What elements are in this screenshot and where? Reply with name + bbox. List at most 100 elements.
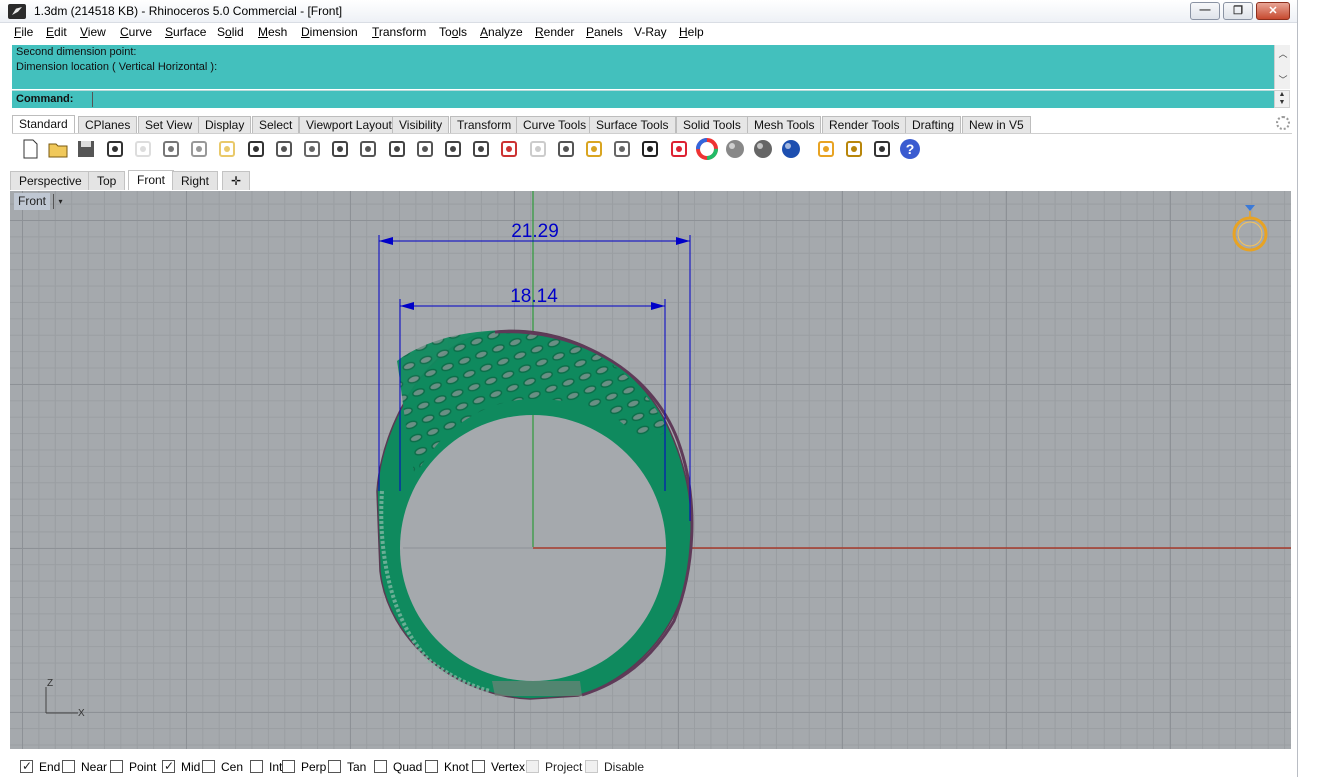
viewport-tab[interactable]: Front <box>128 170 175 190</box>
save-file-tool-button[interactable] <box>74 137 98 161</box>
command-history-scrollbar[interactable]: ︿ ﹀ <box>1274 45 1290 89</box>
viewport-menu-chevron-icon[interactable]: ▾ <box>53 194 67 209</box>
command-input[interactable] <box>92 92 1272 107</box>
front-viewport[interactable]: 21.29 18.14 Z X Front ▾ <box>10 191 1291 749</box>
car-render-tool-button[interactable] <box>497 137 521 161</box>
menu-item[interactable]: Curve <box>120 25 152 39</box>
toolbar-tab[interactable]: Solid Tools <box>676 116 748 133</box>
copy-tool-button[interactable] <box>187 137 211 161</box>
viewport-tab[interactable]: Perspective <box>10 171 91 190</box>
osnap-option[interactable]: Quad <box>374 760 422 774</box>
cursor-options-tool-button[interactable] <box>814 137 838 161</box>
import-tool-button[interactable] <box>131 137 155 161</box>
toolbar-tab[interactable]: Visibility <box>392 116 450 133</box>
zoom-selected-tool-button[interactable] <box>413 137 437 161</box>
toolbar-tab[interactable]: Curve Tools <box>516 116 594 133</box>
toolbar-tab[interactable]: Mesh Tools <box>747 116 822 133</box>
restore-button[interactable]: ❐ <box>1223 2 1253 20</box>
layer-tool-button[interactable] <box>667 137 691 161</box>
menu-item[interactable]: File <box>14 25 33 39</box>
osnap-checkbox[interactable] <box>425 760 438 773</box>
menu-item[interactable]: Help <box>679 25 704 39</box>
pan-tool-button[interactable] <box>272 137 296 161</box>
toolbar-tab[interactable]: Drafting <box>905 116 962 133</box>
menu-item[interactable]: V-Ray <box>634 25 667 39</box>
command-history-spinner[interactable]: ▲ ▼ <box>1274 90 1290 108</box>
osnap-option[interactable]: Perp <box>282 760 326 774</box>
minimize-button[interactable]: — <box>1190 2 1220 20</box>
osnap-option[interactable]: End <box>20 759 60 774</box>
rhino-app-icon[interactable] <box>8 4 26 19</box>
four-viewports-tool-button[interactable] <box>469 137 493 161</box>
settings-tool-button[interactable] <box>842 137 866 161</box>
cut-tool-button[interactable] <box>159 137 183 161</box>
open-file-tool-button[interactable] <box>46 137 70 161</box>
lock-tool-button[interactable] <box>638 137 662 161</box>
osnap-checkbox[interactable] <box>282 760 295 773</box>
menu-item[interactable]: Solid <box>217 25 244 39</box>
osnap-option[interactable]: Tan <box>328 760 366 774</box>
osnap-checkbox[interactable] <box>20 759 33 773</box>
ghosted-tool-button[interactable] <box>526 137 550 161</box>
menu-item[interactable]: Analyze <box>480 25 523 39</box>
osnap-option[interactable]: Knot <box>425 760 469 774</box>
toolbar-tab[interactable]: CPlanes <box>78 116 138 133</box>
points-on-tool-button[interactable] <box>582 137 606 161</box>
menu-item[interactable]: Render <box>535 25 574 39</box>
menu-item[interactable]: View <box>80 25 106 39</box>
osnap-option[interactable]: Disable <box>585 760 644 774</box>
osnap-checkbox[interactable] <box>472 760 485 773</box>
toolbar-tab[interactable]: Render Tools <box>822 116 907 133</box>
cplane-tool-button[interactable] <box>554 137 578 161</box>
shaded-tool-button[interactable] <box>723 137 747 161</box>
osnap-option[interactable]: Int <box>250 760 282 774</box>
print-tool-button[interactable] <box>103 137 127 161</box>
osnap-option[interactable]: Mid <box>162 759 200 774</box>
osnap-checkbox[interactable] <box>162 759 175 773</box>
osnap-checkbox[interactable] <box>328 760 341 773</box>
paste-tool-button[interactable] <box>215 137 239 161</box>
add-viewport-tab-icon[interactable]: ✛ <box>222 171 251 190</box>
viewport-tab[interactable]: Right <box>172 171 219 190</box>
viewport-title[interactable]: Front <box>14 193 51 210</box>
viewport-tab[interactable]: Top <box>88 171 126 190</box>
osnap-checkbox[interactable] <box>110 760 123 773</box>
scroll-up-icon[interactable]: ︿ <box>1275 47 1291 60</box>
osnap-checkbox[interactable] <box>62 760 75 773</box>
menu-item[interactable]: Dimension <box>301 25 358 39</box>
osnap-option[interactable]: Near <box>62 760 107 774</box>
osnap-checkbox[interactable] <box>374 760 387 773</box>
osnap-checkbox[interactable] <box>585 760 598 773</box>
scroll-down-icon[interactable]: ﹀ <box>1275 73 1291 86</box>
osnap-checkbox[interactable] <box>250 760 263 773</box>
help-tool-button[interactable]: ? <box>898 137 922 161</box>
osnap-checkbox[interactable] <box>526 760 539 773</box>
menu-item[interactable]: Tools <box>439 25 467 39</box>
osnap-option[interactable]: Point <box>110 760 156 774</box>
toolbar-tab[interactable]: New in V5 <box>962 116 1031 133</box>
toolbar-tab[interactable]: Surface Tools <box>589 116 676 133</box>
material-ball-tool-button[interactable] <box>779 137 803 161</box>
rendered-tool-button[interactable] <box>751 137 775 161</box>
osnap-option[interactable]: Cen <box>202 760 243 774</box>
close-button[interactable]: ✕ <box>1256 2 1290 20</box>
toolbar-tab[interactable]: Set View <box>138 116 200 133</box>
toolbar-tab[interactable]: Transform <box>450 116 519 133</box>
zoom-window-tool-button[interactable] <box>356 137 380 161</box>
light-tool-button[interactable] <box>610 137 634 161</box>
toolbar-tab[interactable]: Viewport Layout <box>299 116 399 133</box>
menu-item[interactable]: Edit <box>46 25 67 39</box>
undo-tool-button[interactable] <box>244 137 268 161</box>
zoom-dynamic-tool-button[interactable] <box>328 137 352 161</box>
rotate-view-tool-button[interactable] <box>300 137 324 161</box>
osnap-option[interactable]: Project <box>526 760 582 774</box>
new-file-tool-button[interactable] <box>18 137 42 161</box>
osnap-checkbox[interactable] <box>202 760 215 773</box>
menu-item[interactable]: Panels <box>586 25 623 39</box>
menu-item[interactable]: Mesh <box>258 25 287 39</box>
toolbar-tab[interactable]: Select <box>252 116 300 133</box>
toolbar-tab[interactable]: Display <box>198 116 252 133</box>
zoom-extents-tool-button[interactable] <box>385 137 409 161</box>
color-wheel-tool-button[interactable] <box>695 137 719 161</box>
osnap-option[interactable]: Vertex <box>472 760 525 774</box>
